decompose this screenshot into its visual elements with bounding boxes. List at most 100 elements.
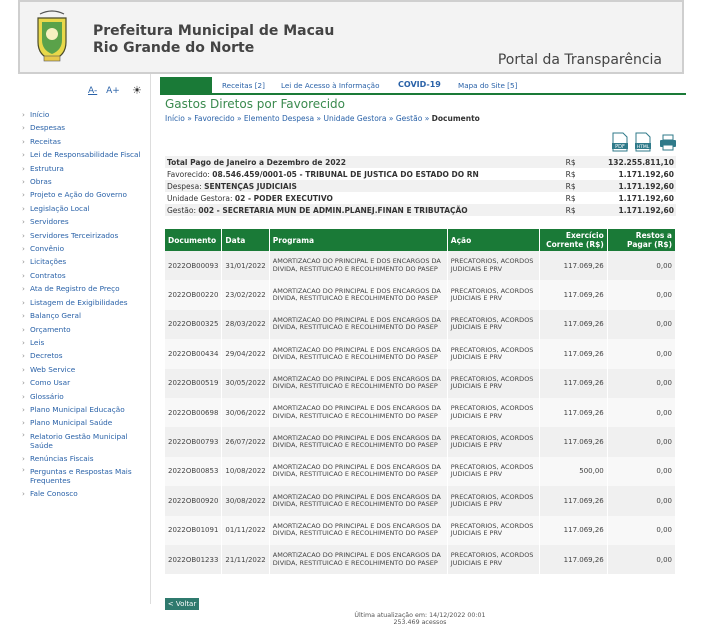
summary-label: Favorecido: 08.546.459/0001-05 - TRIBUNA… (165, 168, 564, 180)
cell-data: 28/03/2022 (221, 309, 270, 340)
cell-exercicio: 117.069,26 (539, 544, 608, 575)
breadcrumb-unidade[interactable]: Unidade Gestora (323, 114, 386, 123)
breadcrumb-favorecido[interactable]: Favorecido (194, 114, 234, 123)
sidebar-item-inicio[interactable]: Início (22, 108, 150, 122)
sidebar-item-balanco[interactable]: Balanço Geral (22, 309, 150, 323)
cell-programa: AMORTIZACAO DO PRINCIPAL E DOS ENCARGOS … (269, 397, 448, 428)
page-title: Gastos Diretos por Favorecido (165, 97, 346, 111)
sidebar-item-leis[interactable]: Leis (22, 336, 150, 350)
summary-row-unidade: Unidade Gestora: 02 - PODER EXECUTIVO R$… (165, 192, 676, 204)
sidebar-item-obras[interactable]: Obras (22, 175, 150, 189)
sidebar-item-terceirizados[interactable]: Servidores Terceirizados (22, 229, 150, 243)
summary-label: Despesa: SENTENÇAS JUDICIAIS (165, 180, 564, 192)
sidebar-item-saude[interactable]: Plano Municipal Saúde (22, 416, 150, 430)
cell-data: 30/08/2022 (221, 486, 270, 516)
breadcrumb-elemento[interactable]: Elemento Despesa (244, 114, 314, 123)
sidebar-item-contratos[interactable]: Contratos (22, 269, 150, 283)
cell-exercicio: 117.069,26 (539, 339, 608, 369)
table-row[interactable]: 2022OB00920 30/08/2022 AMORTIZACAO DO PRIN… (165, 486, 677, 516)
col-acao: Ação (447, 229, 540, 251)
sidebar-item-lrf[interactable]: Lei de Responsabilidade Fiscal (22, 148, 150, 162)
cell-acao: PRECATORIOS, ACORDOS JUDICIAIS E PRV (447, 397, 540, 428)
cell-data: 29/04/2022 (221, 339, 270, 369)
cell-programa: AMORTIZACAO DO PRINCIPAL E DOS ENCARGOS … (269, 251, 448, 281)
cell-restos: 0,00 (607, 427, 677, 457)
sidebar-item-educacao[interactable]: Plano Municipal Educação (22, 403, 150, 417)
cell-restos: 0,00 (607, 280, 677, 310)
sidebar-item-webservice[interactable]: Web Service (22, 363, 150, 377)
cell-restos: 0,00 (607, 368, 677, 398)
sidebar-item-renuncias[interactable]: Renúncias Fiscais (22, 452, 150, 466)
cell-acao: PRECATORIOS, ACORDOS JUDICIAIS E PRV (447, 280, 540, 310)
nav-home-tab[interactable] (160, 77, 212, 93)
cell-data: 21/11/2022 (221, 544, 270, 575)
sidebar-item-glossario[interactable]: Glossário (22, 390, 150, 404)
state-name: Rio Grande do Norte (93, 40, 255, 56)
sidebar-item-ata[interactable]: Ata de Registro de Preço (22, 282, 150, 296)
nav-covid[interactable]: COVID-19 (398, 80, 441, 89)
sidebar-item-projeto[interactable]: Projeto e Ação do Governo (22, 188, 150, 202)
cell-documento: 2022OB00220 (165, 280, 223, 310)
table-row[interactable]: 2022OB00698 30/06/2022 AMORTIZACAO DO PRIN… (165, 397, 677, 428)
table-row[interactable]: 2022OB00220 23/02/2022 AMORTIZACAO DO PRIN… (165, 280, 677, 310)
col-restos: Restos a Pagar (R$) (607, 229, 677, 251)
summary-label: Total Pago de Janeiro a Dezembro de 2022 (165, 156, 564, 168)
table-row[interactable]: 2022OB00519 30/05/2022 AMORTIZACAO DO PRIN… (165, 368, 677, 398)
cell-restos: 0,00 (607, 515, 677, 545)
cell-acao: PRECATORIOS, ACORDOS JUDICIAIS E PRV (447, 251, 540, 281)
cell-data: 23/02/2022 (221, 280, 270, 310)
pdf-label: PDF (615, 144, 625, 150)
table-row[interactable]: 2022OB01233 21/11/2022 AMORTIZACAO DO PRIN… (165, 544, 677, 575)
table-header-row: Documento Data Programa Ação Exercício C… (165, 229, 677, 251)
contrast-icon[interactable]: ☀ (132, 84, 142, 97)
sidebar-item-exigibilidades[interactable]: Listagem de Exigibilidades (22, 296, 150, 310)
documents-table: Documento Data Programa Ação Exercício C… (165, 229, 677, 575)
summary-label: Gestão: 002 - SECRETARIA MUN DE ADMIN.PL… (165, 204, 564, 216)
back-button[interactable]: < Voltar (165, 598, 199, 610)
table-row[interactable]: 2022OB01091 01/11/2022 AMORTIZACAO DO PRIN… (165, 515, 677, 545)
sidebar-item-como-usar[interactable]: Como Usar (22, 376, 150, 390)
sidebar-item-despesas[interactable]: Despesas (22, 121, 150, 135)
sidebar-item-convenio[interactable]: Convênio (22, 242, 150, 256)
col-documento: Documento (165, 229, 223, 251)
html-export-icon[interactable]: HTML (634, 132, 652, 152)
cell-programa: AMORTIZACAO DO PRINCIPAL E DOS ENCARGOS … (269, 339, 448, 369)
visit-count: 253.469 acessos (393, 619, 447, 626)
sidebar-item-receitas[interactable]: Receitas (22, 135, 150, 149)
sidebar-item-legislacao[interactable]: Legislação Local (22, 202, 150, 216)
cell-exercicio: 117.069,26 (539, 309, 608, 340)
nav-mapa[interactable]: Mapa do Site [5] (458, 81, 517, 90)
cell-exercicio: 117.069,26 (539, 280, 608, 310)
summary-amount: 1.171.192,60 (618, 169, 674, 179)
increase-font-button[interactable]: A+ (106, 86, 120, 96)
sidebar-item-decretos[interactable]: Decretos (22, 349, 150, 363)
nav-receitas[interactable]: Receitas [2] (222, 81, 265, 90)
sidebar-item-fale-conosco[interactable]: Fale Conosco (22, 487, 150, 501)
sidebar-item-orcamento[interactable]: Orçamento (22, 323, 150, 337)
table-row[interactable]: 2022OB00793 26/07/2022 AMORTIZACAO DO PRIN… (165, 427, 677, 457)
cell-restos: 0,00 (607, 397, 677, 428)
sidebar-item-servidores[interactable]: Servidores (22, 215, 150, 229)
printer-icon[interactable] (658, 132, 678, 152)
table-row[interactable]: 2022OB00434 29/04/2022 AMORTIZACAO DO PRIN… (165, 339, 677, 369)
breadcrumb-gestao[interactable]: Gestão (396, 114, 422, 123)
sidebar-item-relatorio[interactable]: Relatorio Gestão Municipal Saúde (22, 430, 150, 452)
pdf-export-icon[interactable]: PDF (611, 132, 629, 152)
table-row[interactable]: 2022OB00325 28/03/2022 AMORTIZACAO DO PRIN… (165, 309, 677, 340)
nav-lai[interactable]: Lei de Acesso à Informação (281, 81, 379, 90)
table-row[interactable]: 2022OB00853 10/08/2022 AMORTIZACAO DO PRIN… (165, 456, 677, 487)
portal-title: Portal da Transparência (497, 52, 662, 68)
site-header: Prefeitura Municipal de Macau Rio Grande… (18, 0, 684, 74)
breadcrumb-inicio[interactable]: Início (165, 114, 185, 123)
sidebar-item-estrutura[interactable]: Estrutura (22, 162, 150, 176)
decrease-font-button[interactable]: A- (88, 86, 97, 96)
sidebar-item-licitacoes[interactable]: Licitações (22, 255, 150, 269)
table-body: 2022OB00093 31/01/2022 AMORTIZACAO DO PRIN… (165, 251, 677, 575)
table-row[interactable]: 2022OB00093 31/01/2022 AMORTIZACAO DO PRIN… (165, 251, 677, 281)
cell-data: 30/06/2022 (221, 397, 270, 428)
cell-exercicio: 117.069,26 (539, 486, 608, 516)
top-navigation: Receitas [2] Lei de Acesso à Informação … (160, 77, 686, 95)
sidebar-item-faq[interactable]: Perguntas e Respostas Mais Frequentes (22, 465, 150, 487)
cell-exercicio: 500,00 (539, 456, 608, 487)
cell-restos: 0,00 (607, 544, 677, 575)
